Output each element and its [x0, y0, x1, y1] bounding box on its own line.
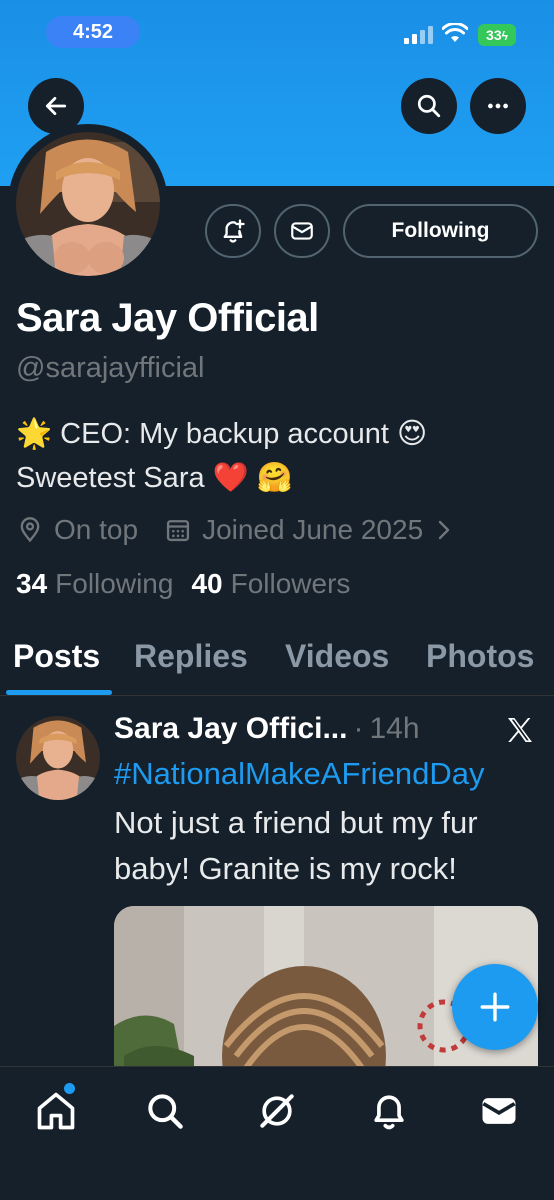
chevron-right-icon: [438, 520, 450, 540]
profile-handle: @sarajayfficial: [16, 352, 205, 384]
tab-videos[interactable]: Videos: [285, 638, 389, 675]
message-button[interactable]: [274, 204, 330, 258]
battery-level: 33: [486, 27, 502, 43]
bell-plus-icon: [223, 219, 245, 243]
search-icon[interactable]: [143, 1089, 187, 1133]
avatar: [16, 132, 160, 276]
tab-replies[interactable]: Replies: [134, 638, 248, 675]
notify-button[interactable]: [205, 204, 261, 258]
tab-posts[interactable]: Posts: [13, 638, 100, 675]
signal-icon: [404, 26, 434, 44]
following-count: 34: [16, 568, 48, 599]
plus-icon: [480, 992, 510, 1022]
active-tab-indicator: [6, 690, 112, 695]
more-icon: [488, 103, 508, 109]
location-text: On top: [54, 514, 139, 545]
bio-line: Sweetest Sara ❤️ 🤗: [16, 462, 293, 494]
grok-icon[interactable]: [255, 1089, 299, 1133]
following-stat[interactable]: 34 Following: [16, 568, 173, 600]
profile-tabs: Posts Replies Videos Photos: [0, 630, 554, 696]
followers-count: 40: [191, 568, 223, 599]
envelope-icon: [291, 222, 313, 240]
profile-meta: On top Joined June 2025: [16, 510, 481, 550]
status-time: 4:52: [46, 16, 140, 48]
arrow-left-icon: [45, 97, 67, 115]
follow-stats: 34 Following 40 Followers: [16, 568, 368, 600]
calendar-icon: [166, 520, 190, 542]
following-button[interactable]: Following: [343, 204, 538, 258]
search-button[interactable]: [401, 78, 457, 134]
profile-bio: 🌟 CEO: My backup account 😍 Sweetest Sara…: [16, 412, 536, 500]
compose-button[interactable]: [452, 964, 538, 1050]
joined-item[interactable]: Joined June 2025: [164, 514, 455, 546]
following-label: Following: [55, 568, 174, 599]
mail-icon[interactable]: [477, 1089, 521, 1133]
post-time: 14h: [369, 712, 420, 745]
home-icon[interactable]: [34, 1089, 78, 1133]
post-text: Not just a friend but my fur baby! Grani…: [114, 805, 478, 886]
post-hashtag[interactable]: #NationalMakeAFriendDay: [114, 756, 484, 792]
post-author[interactable]: Sara Jay Offici...: [114, 712, 347, 746]
post-separator: ·: [353, 712, 364, 745]
location-item: On top: [16, 514, 138, 546]
status-bar: 4:52 33ϟ: [0, 0, 554, 64]
search-icon: [417, 94, 441, 118]
x-logo-icon: [508, 718, 532, 742]
bell-icon[interactable]: [367, 1089, 411, 1133]
notification-dot: [64, 1083, 75, 1094]
wifi-icon: [442, 23, 468, 42]
post-header: Sara Jay Offici... · 14h: [114, 712, 420, 746]
more-button[interactable]: [470, 78, 526, 134]
profile-avatar[interactable]: [8, 124, 168, 284]
tab-photos[interactable]: Photos: [426, 638, 534, 675]
post-avatar[interactable]: [16, 716, 100, 800]
profile-name: Sara Jay Official: [16, 296, 319, 340]
joined-text: Joined June 2025: [202, 514, 424, 545]
followers-label: Followers: [230, 568, 351, 599]
bio-line: 🌟 CEO: My backup account 😍: [16, 418, 428, 450]
location-pin-icon: [20, 517, 40, 543]
battery-indicator: 33ϟ: [478, 24, 516, 46]
bottom-nav: [0, 1066, 554, 1200]
followers-stat[interactable]: 40 Followers: [191, 568, 350, 600]
